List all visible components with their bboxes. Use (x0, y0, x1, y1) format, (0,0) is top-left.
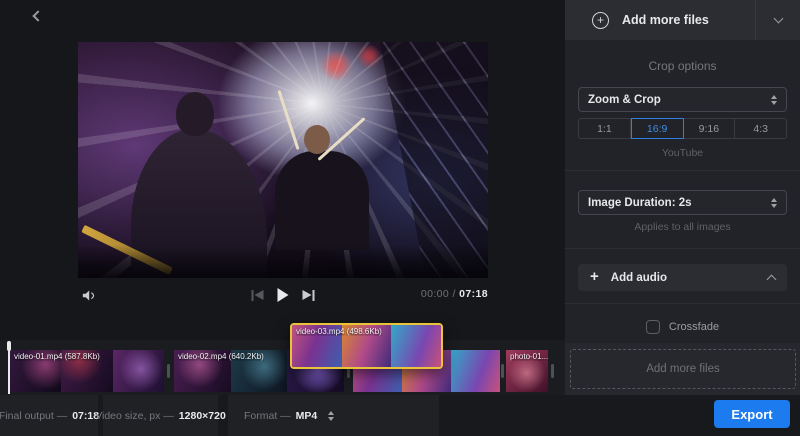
final-output-info: Final output — 07:18 (0, 395, 98, 436)
crop-mode-select[interactable]: Zoom & Crop (578, 87, 787, 112)
volume-button[interactable] (78, 285, 98, 305)
playhead-handle (7, 341, 12, 351)
skip-forward-icon (303, 290, 315, 301)
aspect-ratio-16-9[interactable]: 16:9 (631, 118, 684, 139)
chevron-down-icon (773, 14, 783, 24)
timeline-playhead[interactable] (6, 340, 12, 395)
image-duration-hint: Applies to all images (565, 221, 800, 233)
clip-label: video-01.mp4 (587.8Kb) (14, 352, 100, 361)
guitarist-head (176, 92, 214, 136)
clip-label: photo-01... (510, 352, 548, 361)
clip-thumbnail (451, 350, 500, 392)
platform-hint: YouTube (565, 147, 800, 159)
clip-divider (501, 364, 504, 378)
plus-circle-icon: + (592, 12, 609, 29)
section-divider (565, 248, 800, 249)
clip-label: video-02.mp4 (640.2Kb) (178, 352, 264, 361)
final-output-label: Final output — (0, 410, 67, 422)
add-more-files-button[interactable]: + Add more files (565, 0, 755, 40)
select-arrows-icon (328, 411, 334, 421)
time-total: 07:18 (459, 288, 488, 300)
select-arrows-icon (771, 198, 777, 208)
clip-thumbnail (391, 325, 441, 367)
timeline: video-01.mp4 (587.8Kb) video-02.mp4 (640… (0, 340, 565, 395)
stage-floor-shadow (78, 245, 488, 278)
aspect-ratio-9-16[interactable]: 9:16 (684, 118, 736, 139)
video-preview (78, 42, 488, 278)
crop-mode-value: Zoom & Crop (588, 94, 771, 106)
clip-thumbnail (113, 350, 164, 392)
add-audio-label: Add audio (611, 272, 756, 284)
aspect-ratio-4-3[interactable]: 4:3 (735, 118, 787, 139)
crop-options-title: Crop options (565, 59, 800, 73)
add-more-files-label: Add more files (622, 13, 709, 27)
back-button[interactable] (26, 4, 50, 28)
previous-clip-button[interactable] (252, 290, 264, 301)
play-button[interactable] (278, 288, 289, 302)
timeline-clip-video-01[interactable]: video-01.mp4 (587.8Kb) (10, 350, 164, 392)
aspect-ratio-1-1[interactable]: 1:1 (578, 118, 631, 139)
sidebar-header: + Add more files (565, 0, 800, 40)
footer-bar: Final output — 07:18 Video size, px — 12… (0, 395, 800, 436)
settings-sidebar: + Add more files Crop options Zoom & Cro… (565, 0, 800, 436)
crossfade-label: Crossfade (669, 321, 719, 333)
add-audio-button[interactable]: + Add audio (578, 264, 787, 291)
export-button[interactable]: Export (714, 400, 790, 428)
timeline-clip-video-03-dragged[interactable]: video-03.mp4 (498.6Kb) (290, 323, 443, 369)
section-divider (565, 170, 800, 171)
video-size-label: Video size, px — (95, 410, 174, 422)
crossfade-option: Crossfade (565, 320, 800, 334)
next-clip-button[interactable] (303, 290, 315, 301)
playback-controls: 00:00 / 07:18 (78, 284, 488, 306)
format-value: MP4 (296, 410, 318, 422)
time-current: 00:00 (421, 288, 449, 300)
clip-divider (167, 364, 170, 378)
time-separator: / (452, 288, 455, 300)
timeline-add-more-files-dropzone[interactable]: Add more files (570, 349, 796, 389)
collapse-panel-button[interactable] (756, 0, 800, 40)
transport-controls (252, 284, 315, 306)
chevron-up-icon (767, 274, 777, 284)
section-divider (565, 303, 800, 304)
drummer-head (304, 125, 330, 154)
sidebar-dropzone-strip: Add more files (565, 343, 800, 395)
speaker-icon (80, 287, 97, 304)
skip-back-icon (252, 290, 264, 301)
format-label: Format — (244, 410, 291, 422)
format-select[interactable]: Format — MP4 (228, 395, 439, 436)
chevron-left-icon (32, 10, 43, 21)
plus-icon: + (590, 268, 599, 285)
drummer-silhouette (275, 151, 369, 250)
video-size-value: 1280×720 (179, 410, 226, 422)
clip-divider (551, 364, 554, 378)
video-size-info: Video size, px — 1280×720 (103, 395, 218, 436)
image-duration-value: Image Duration: 2s (588, 197, 771, 209)
crossfade-checkbox[interactable] (646, 320, 660, 334)
time-display: 00:00 / 07:18 (421, 288, 488, 300)
clip-label: video-03.mp4 (498.6Kb) (296, 327, 382, 336)
play-icon (278, 288, 289, 302)
select-arrows-icon (771, 95, 777, 105)
video-editor-app: 00:00 / 07:18 + Add more files Crop opti… (0, 0, 800, 436)
image-duration-select[interactable]: Image Duration: 2s (578, 190, 787, 215)
aspect-ratio-group: 1:1 16:9 9:16 4:3 (578, 118, 787, 139)
timeline-clip-photo-01[interactable]: photo-01... (506, 350, 548, 392)
